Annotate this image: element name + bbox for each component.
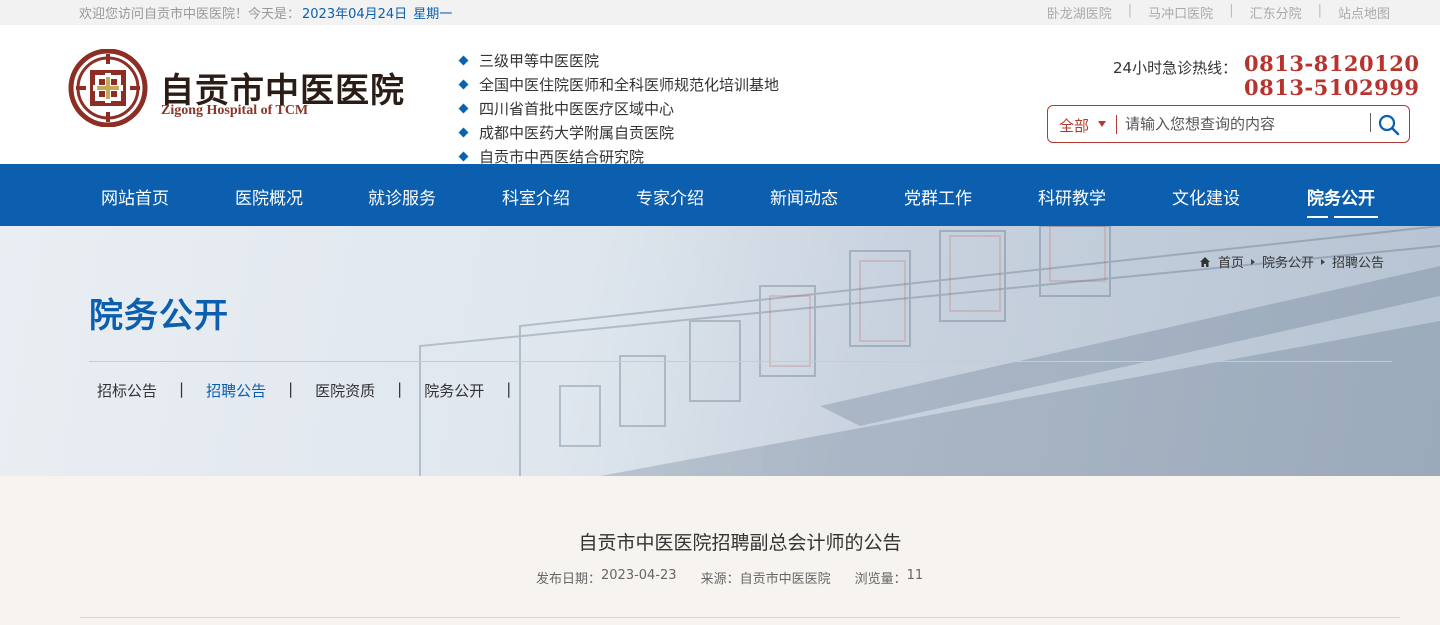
honor-text: 全国中医住院医师和全科医师规范化培训基地 [479,75,780,94]
breadcrumb-affairs[interactable]: 院务公开 [1262,252,1314,271]
date-label: 发布日期： [536,572,602,587]
separator: | [506,380,512,398]
nav-party[interactable]: 党群工作 [904,184,972,209]
banner-divider [89,361,1392,362]
search-input[interactable] [1125,112,1365,136]
home-icon [1200,256,1210,267]
source: 自贡市中医医院 [739,572,831,587]
separator: | [1229,3,1234,18]
separator: | [179,380,185,398]
view-count: 11 [906,568,924,583]
honor-item: 全国中医住院医师和全科医师规范化培训基地 [458,72,779,96]
honor-text: 四川省首批中医医疗区域中心 [479,99,675,118]
section-title: 院务公开 [89,296,229,336]
current-weekday: 星期一 [413,7,453,22]
separator: | [1317,3,1322,18]
nav-overview[interactable]: 医院概况 [235,184,303,209]
breadcrumb-home[interactable]: 首页 [1218,252,1244,271]
search-scope-select[interactable]: 全部 [1059,115,1089,136]
diamond-bullet-icon [458,103,469,113]
source-label: 来源： [700,572,740,587]
breadcrumb-current[interactable]: 招聘公告 [1332,252,1384,271]
diamond-bullet-icon [458,127,469,137]
current-date: 2023年04月24日 [302,7,408,22]
diamond-bullet-icon [458,79,469,89]
subnav-qualifications[interactable]: 医院资质 [315,380,375,401]
nav-affairs[interactable]: 院务公开 [1307,184,1375,209]
nav-active-indicator [1334,216,1378,218]
honor-item: 成都中医药大学附属自贡医院 [458,120,779,144]
nav-services[interactable]: 就诊服务 [368,184,436,209]
separator: | [288,380,294,398]
search-icon[interactable] [1377,113,1401,137]
article-title: 自贡市中医医院招聘副总会计师的公告 [578,532,902,554]
diamond-bullet-icon [458,55,469,65]
breadcrumb-arrow-icon [1251,258,1256,265]
publish-date: 2023-04-23 [601,568,677,583]
honor-text: 三级甲等中医医院 [479,51,600,70]
link-sitemap[interactable]: 站点地图 [1338,3,1390,22]
sub-nav: 招标公告 | 招聘公告 | 医院资质 | 院务公开 | [97,380,533,401]
separator: | [397,380,403,398]
breadcrumb: 首页 院务公开 招聘公告 [1199,252,1384,271]
link-huidong-branch[interactable]: 汇东分院 [1250,3,1302,22]
subnav-recruitment[interactable]: 招聘公告 [206,380,266,401]
article-meta: 发布日期： 2023-04-23 来源： 自贡市中医医院 浏览量： 11 [536,568,923,587]
top-bar: 欢迎您访问自贡市中医医院！今天是： 2023年04月24日 星期一 卧龙湖医院 | … [0,0,1440,25]
nav-departments[interactable]: 科室介绍 [502,184,570,209]
emblem-icon[interactable] [68,49,148,127]
top-links: 卧龙湖医院 | 马冲口医院 | 汇东分院 | 站点地图 [1047,3,1390,22]
nav-culture[interactable]: 文化建设 [1172,184,1240,209]
nav-experts[interactable]: 专家介绍 [636,184,704,209]
welcome-text: 欢迎您访问自贡市中医医院！今天是： 2023年04月24日 星期一 [79,3,452,22]
welcome-message: 欢迎您访问自贡市中医医院！今天是： [79,7,301,22]
search-divider [1370,113,1371,132]
subnav-affairs[interactable]: 院务公开 [424,380,484,401]
link-machongkou-hospital[interactable]: 马冲口医院 [1148,3,1213,22]
site-header: 自贡市中医医院 Zigong Hospital of TCM 三级甲等中医医院 … [0,25,1440,166]
search-box: 全部 [1047,105,1410,143]
views-label: 浏览量： [854,572,907,587]
separator: | [1127,3,1133,18]
nav-active-indicator [1307,216,1328,218]
subnav-bidding[interactable]: 招标公告 [97,380,157,401]
nav-news[interactable]: 新闻动态 [770,184,838,209]
link-wolonghu-hospital[interactable]: 卧龙湖医院 [1047,3,1112,22]
caret-down-icon[interactable] [1098,121,1106,127]
search-divider [1116,115,1117,134]
diamond-bullet-icon [458,151,469,161]
page-banner: 首页 院务公开 招聘公告 院务公开 招标公告 | 招聘公告 | 医院资质 | 院… [0,226,1440,476]
honor-item: 三级甲等中医医院 [458,48,779,72]
honor-item: 四川省首批中医医疗区域中心 [458,96,779,120]
nav-research[interactable]: 科研教学 [1038,184,1106,209]
hospital-name-en: Zigong Hospital of TCM [161,103,309,118]
honor-text: 成都中医药大学附属自贡医院 [479,123,675,142]
hotline-label: 24小时急诊热线： [1113,59,1238,77]
honors-list: 三级甲等中医医院 全国中医住院医师和全科医师规范化培训基地 四川省首批中医医疗区… [458,48,779,168]
hotline-number-1: 0813-8120120 [1244,51,1420,76]
breadcrumb-arrow-icon [1321,258,1326,265]
article-divider [80,617,1400,618]
main-nav: 网站首页 医院概况 就诊服务 科室介绍 专家介绍 新闻动态 党群工作 科研教学 … [0,164,1440,226]
hotline-number-2: 0813-5102999 [1244,75,1420,100]
nav-home[interactable]: 网站首页 [101,184,169,209]
